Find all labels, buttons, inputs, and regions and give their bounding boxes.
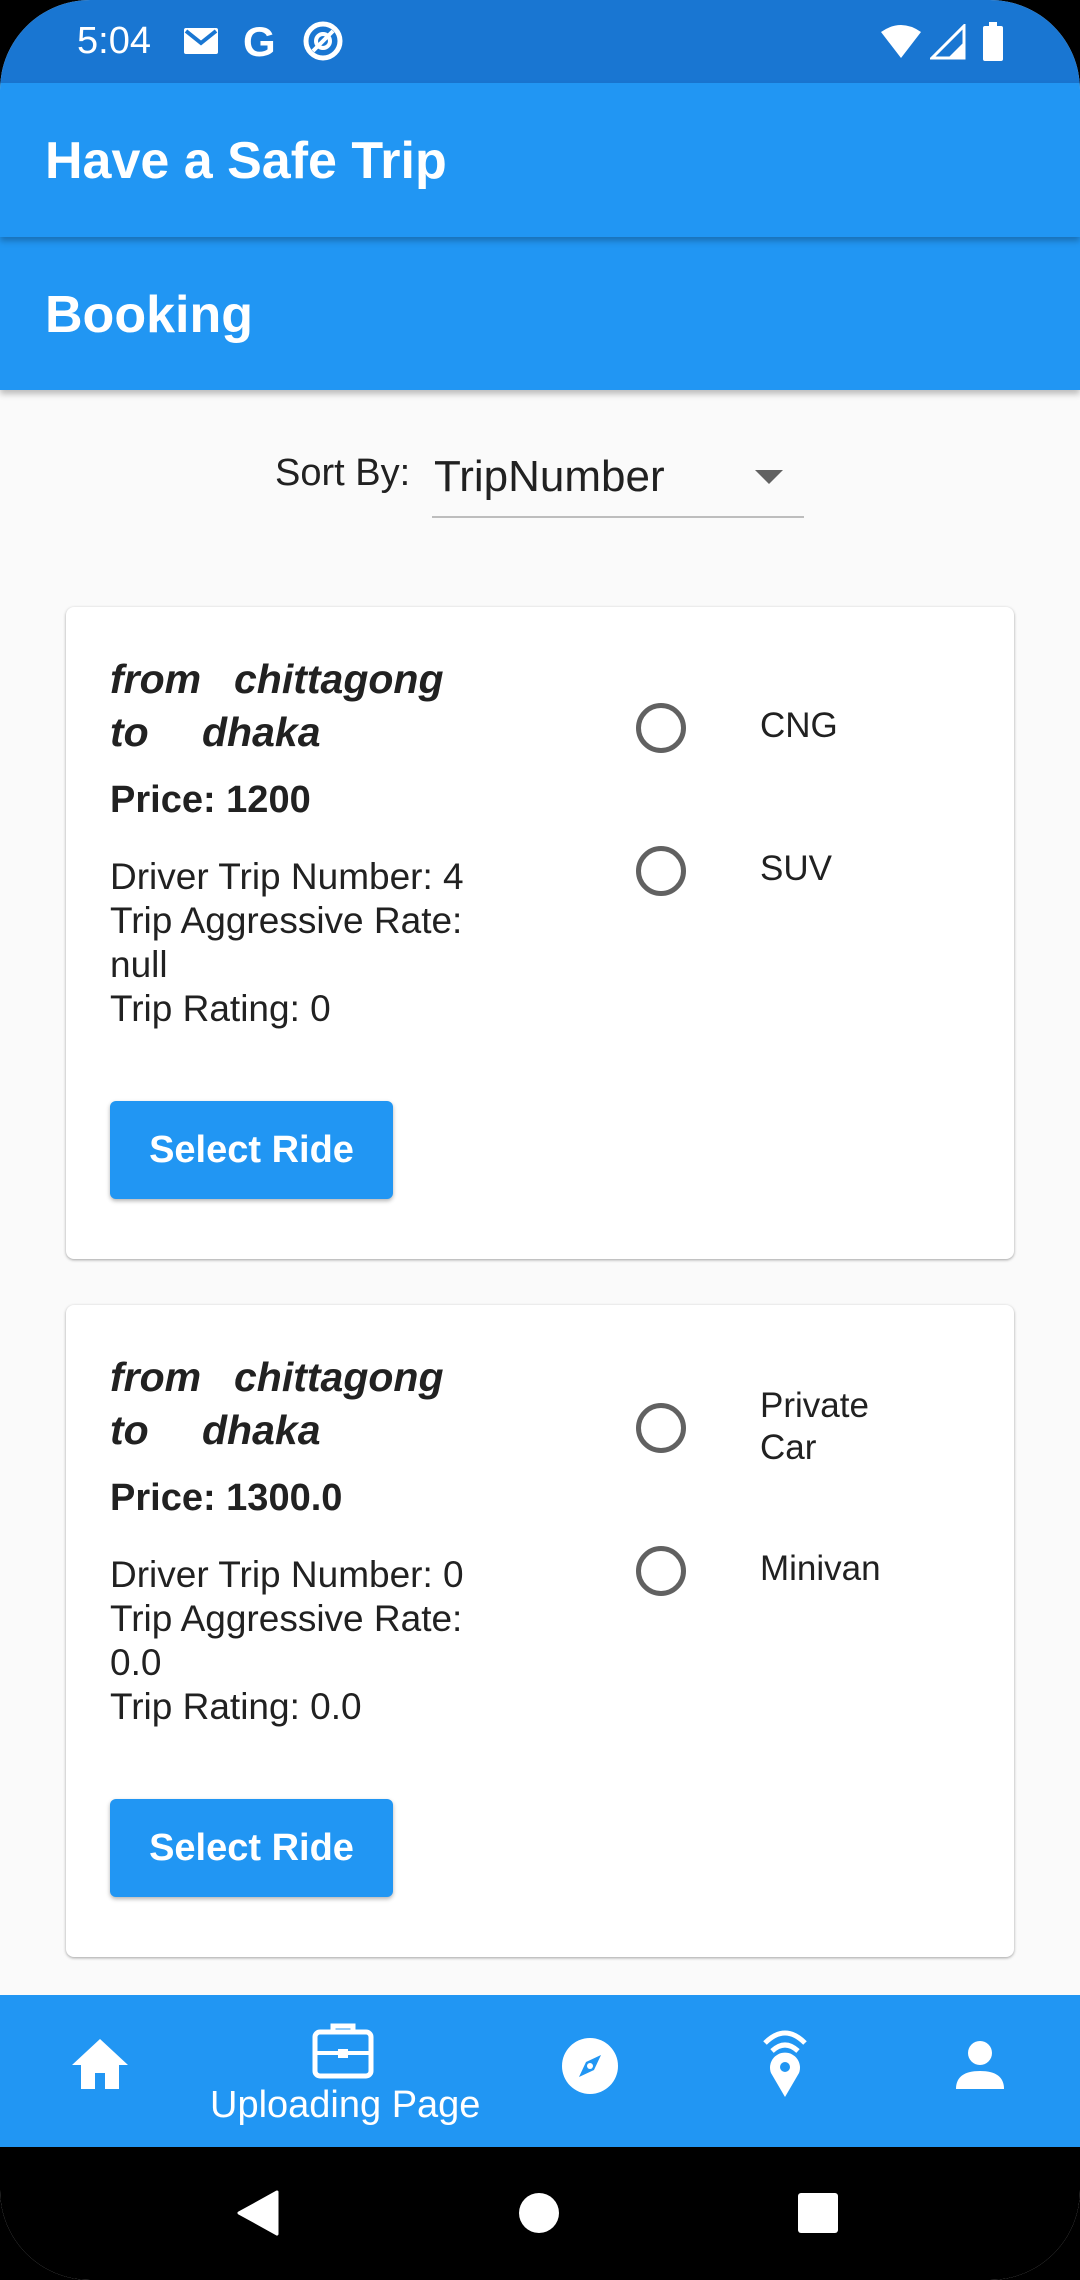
trip-card: from chittagong to dhaka Price: 1200 Drive…: [66, 607, 1014, 1259]
trip-card: from chittagong to dhaka Price: 1300.0 Dri…: [66, 1305, 1014, 1957]
sort-label: Sort By:: [275, 452, 411, 494]
status-bar: 5:04 G: [0, 0, 1080, 83]
status-time: 5:04: [77, 20, 151, 62]
gmail-icon: [183, 27, 219, 60]
app-screen: 5:04 G Have a Safe Trip Booking Sort By:…: [0, 0, 1080, 2280]
nav-home[interactable]: [40, 1995, 160, 2147]
booking-bar: Booking: [0, 237, 1080, 390]
trip-route: from chittagong to dhaka: [110, 1351, 444, 1457]
nav-live-location[interactable]: [725, 1995, 845, 2147]
trip-price: Price: 1300.0: [110, 1477, 343, 1519]
trip-rating: Trip Rating: 0.0: [110, 1686, 362, 1727]
vehicle-option-label: CNG: [760, 706, 838, 745]
vehicle-option-label-line: Car: [760, 1428, 817, 1467]
aggressive-rate-label: Trip Aggressive Rate:: [110, 900, 463, 941]
google-icon: G: [243, 18, 276, 65]
page-title: Booking: [45, 286, 253, 344]
vehicle-option-label: Minivan: [760, 1549, 881, 1588]
sort-dropdown[interactable]: TripNumber: [432, 440, 804, 518]
nav-uploading-page[interactable]: Uploading Page: [200, 1995, 490, 2147]
radio-unchecked-icon: [636, 846, 686, 896]
radio-unchecked-icon: [636, 1403, 686, 1453]
circle-a-icon: [302, 20, 344, 67]
back-icon[interactable]: [237, 2190, 279, 2241]
system-navigation-bar: [0, 2147, 1080, 2280]
nav-label: Uploading Page: [210, 2084, 481, 2126]
app-title: Have a Safe Trip: [45, 132, 447, 190]
nav-explore[interactable]: [530, 1995, 650, 2147]
radio-unchecked-icon: [636, 703, 686, 753]
vehicle-option-minivan[interactable]: Minivan: [636, 1540, 976, 1600]
home-circle-icon[interactable]: [518, 2192, 560, 2239]
to-keyword: to: [110, 1407, 149, 1453]
dropdown-arrow-icon: [755, 470, 783, 484]
vehicle-option-private-car[interactable]: Private Car: [636, 1386, 976, 1487]
driver-trip-number: Driver Trip Number: 4: [110, 856, 464, 897]
briefcase-icon: [312, 2023, 374, 2084]
bottom-navigation: Uploading Page: [0, 1995, 1080, 2147]
trip-price: Price: 1200: [110, 779, 311, 821]
from-keyword: from: [110, 656, 202, 702]
person-icon: [955, 2041, 1005, 2096]
aggressive-rate-value: null: [110, 944, 168, 985]
location-signal-icon: [759, 2027, 811, 2104]
signal-icon: [928, 22, 966, 65]
vehicle-option-label: SUV: [760, 849, 832, 888]
wifi-icon: [880, 24, 922, 65]
select-ride-button[interactable]: Select Ride: [110, 1101, 393, 1199]
vehicle-option-cng[interactable]: CNG: [636, 697, 976, 757]
select-ride-button[interactable]: Select Ride: [110, 1799, 393, 1897]
trip-rating: Trip Rating: 0: [110, 988, 331, 1029]
nav-profile[interactable]: [920, 1995, 1040, 2147]
compass-icon: [561, 2037, 619, 2100]
sort-selected-value: TripNumber: [434, 452, 665, 501]
trip-details: Driver Trip Number: 4 Trip Aggressive Ra…: [110, 855, 510, 1031]
radio-unchecked-icon: [636, 1546, 686, 1596]
from-city: chittagong: [234, 1354, 444, 1400]
from-city: chittagong: [234, 656, 444, 702]
to-city: dhaka: [202, 1407, 321, 1453]
recents-square-icon[interactable]: [798, 2193, 838, 2238]
to-city: dhaka: [202, 709, 321, 755]
trip-route: from chittagong to dhaka: [110, 653, 444, 759]
battery-icon: [982, 22, 1004, 67]
from-keyword: from: [110, 1354, 202, 1400]
home-icon: [70, 2037, 130, 2096]
vehicle-option-suv[interactable]: SUV: [636, 840, 976, 900]
vehicle-option-label: Private Car: [760, 1385, 869, 1469]
vehicle-option-label-line: Private: [760, 1386, 869, 1425]
driver-trip-number: Driver Trip Number: 0: [110, 1554, 464, 1595]
aggressive-rate-label: Trip Aggressive Rate:: [110, 1598, 463, 1639]
aggressive-rate-value: 0.0: [110, 1642, 162, 1683]
app-bar: Have a Safe Trip: [0, 83, 1080, 237]
trip-details: Driver Trip Number: 0 Trip Aggressive Ra…: [110, 1553, 510, 1729]
to-keyword: to: [110, 709, 149, 755]
